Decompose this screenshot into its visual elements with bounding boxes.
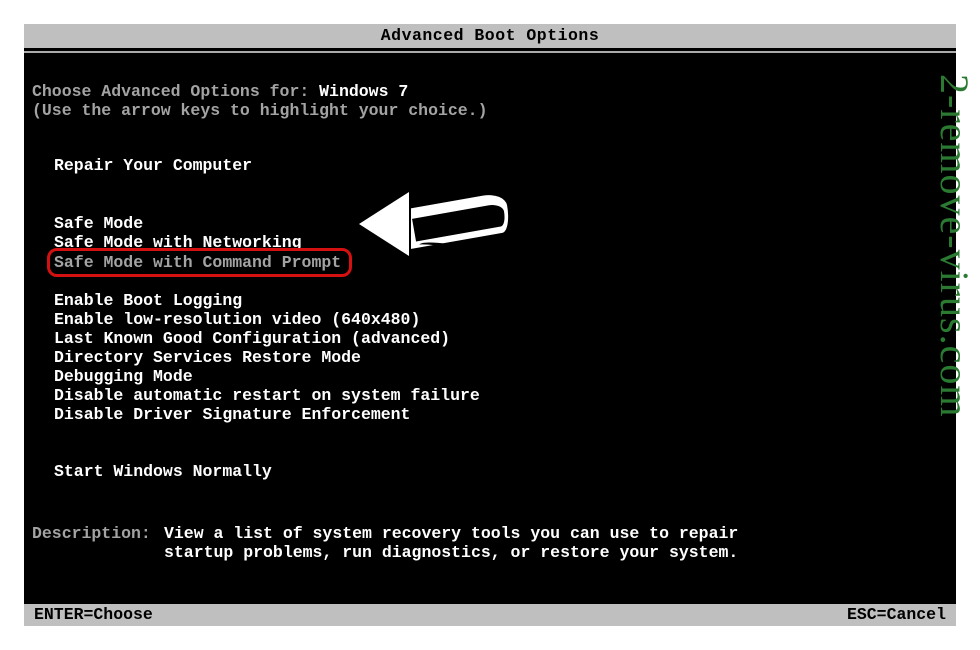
os-name: Windows 7 [319, 82, 408, 101]
title-bar: Advanced Boot Options [24, 24, 956, 48]
menu-item-start-normally[interactable]: Start Windows Normally [54, 462, 272, 481]
description-line-1: View a list of system recovery tools you… [164, 524, 738, 543]
menu-item-disable-auto-restart[interactable]: Disable automatic restart on system fail… [54, 386, 480, 405]
menu-item-boot-logging[interactable]: Enable Boot Logging [54, 291, 242, 310]
footer-enter: ENTER=Choose [34, 604, 153, 626]
annotation-arrow-icon [359, 156, 529, 266]
watermark-text: 2-remove-virus.com [478, 74, 978, 124]
menu-item-safe-mode-cmd-highlighted[interactable]: Safe Mode with Command Prompt [47, 248, 352, 277]
menu-item-low-res-video[interactable]: Enable low-resolution video (640x480) [54, 310, 420, 329]
arrow-key-hint: (Use the arrow keys to highlight your ch… [32, 101, 487, 120]
menu-item-safe-mode[interactable]: Safe Mode [54, 214, 143, 233]
menu-item-repair[interactable]: Repair Your Computer [54, 156, 252, 175]
choose-prompt-prefix: Choose Advanced Options for: [32, 82, 319, 101]
footer-esc: ESC=Cancel [847, 604, 946, 626]
screen-title: Advanced Boot Options [381, 26, 599, 45]
description-label: Description: [32, 524, 151, 543]
menu-item-last-known-good[interactable]: Last Known Good Configuration (advanced) [54, 329, 450, 348]
menu-item-debugging[interactable]: Debugging Mode [54, 367, 193, 386]
description-line-2: startup problems, run diagnostics, or re… [164, 543, 738, 562]
title-underline [24, 51, 956, 53]
choose-prompt-line: Choose Advanced Options for: Windows 7 [32, 82, 408, 101]
footer-bar: ENTER=Choose ESC=Cancel [24, 604, 956, 626]
menu-item-ds-restore[interactable]: Directory Services Restore Mode [54, 348, 361, 367]
menu-item-disable-driver-sig[interactable]: Disable Driver Signature Enforcement [54, 405, 410, 424]
